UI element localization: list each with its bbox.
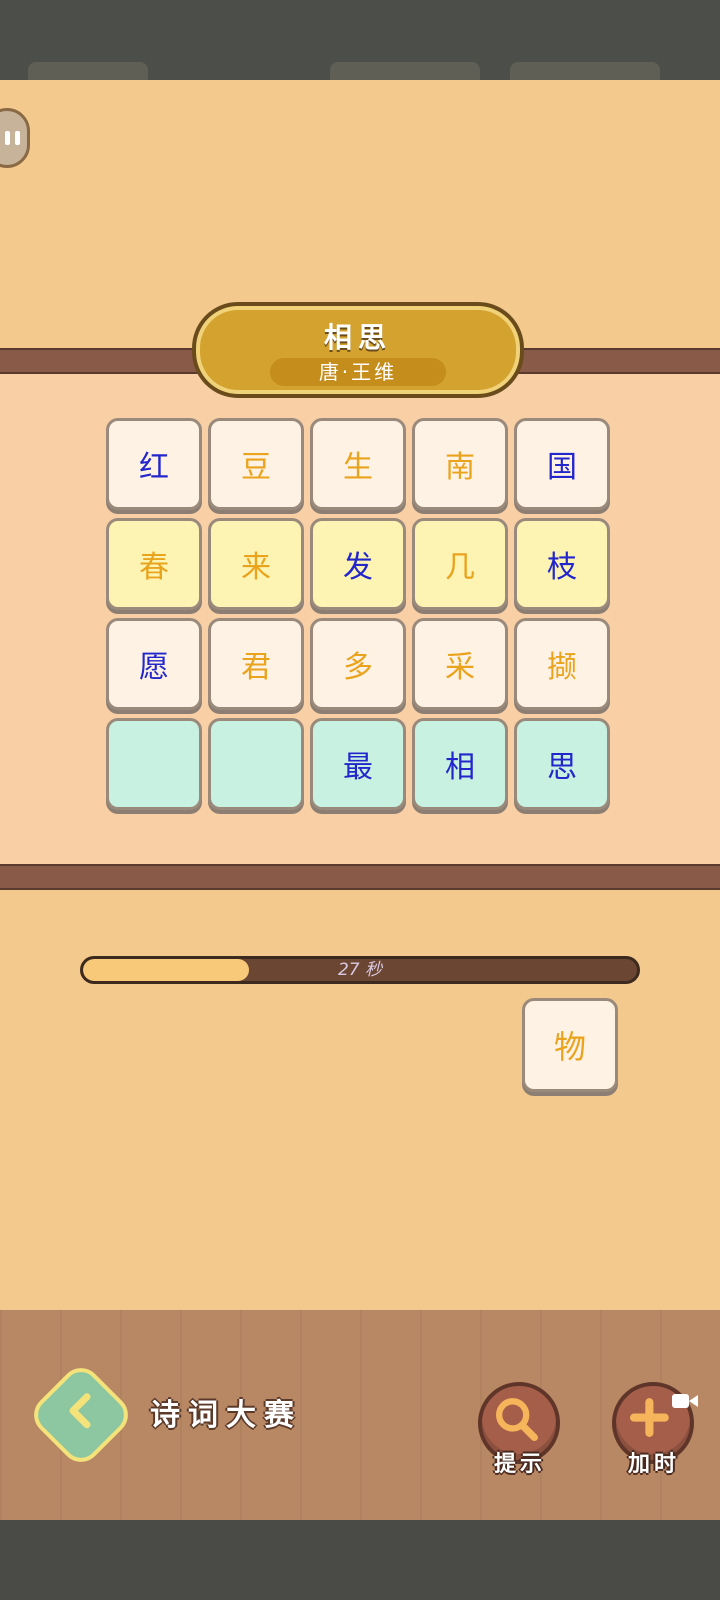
top-status-strip: [0, 0, 720, 80]
bottom-system-strip: [0, 1520, 720, 1600]
background-tab: [28, 62, 148, 80]
timer-bar: 27 秒: [80, 956, 640, 984]
character-tile[interactable]: 春: [106, 518, 202, 610]
pause-icon-bar: [15, 131, 20, 145]
character-tile[interactable]: 国: [514, 418, 610, 510]
empty-slot[interactable]: [106, 718, 202, 810]
character-tile[interactable]: 南: [412, 418, 508, 510]
character-tile[interactable]: 最: [310, 718, 406, 810]
character-tile[interactable]: 枝: [514, 518, 610, 610]
game-title: 诗词大赛: [150, 1398, 302, 1433]
hint-label: 提示: [493, 1452, 546, 1477]
add-time-label: 加时: [627, 1452, 680, 1477]
spare-character-tile[interactable]: 物: [522, 998, 618, 1092]
character-tile[interactable]: 相: [412, 718, 508, 810]
character-tile[interactable]: 愿: [106, 618, 202, 710]
timer-text: 27 秒: [337, 960, 383, 980]
poem-author: 唐·王维: [270, 358, 446, 386]
character-tile[interactable]: 几: [412, 518, 508, 610]
character-tile[interactable]: 君: [208, 618, 304, 710]
character-tile[interactable]: 发: [310, 518, 406, 610]
pause-icon: [5, 131, 10, 145]
back-arrow-icon: [69, 1393, 91, 1429]
poem-title: 相思: [323, 321, 392, 354]
video-icon: [672, 1394, 698, 1408]
background-tab: [330, 62, 480, 80]
character-tile[interactable]: 生: [310, 418, 406, 510]
character-tile[interactable]: 思: [514, 718, 610, 810]
character-tile[interactable]: 撷: [514, 618, 610, 710]
empty-slot[interactable]: [208, 718, 304, 810]
character-tile[interactable]: 多: [310, 618, 406, 710]
background-tab: [510, 62, 660, 80]
character-tile[interactable]: 豆: [208, 418, 304, 510]
poem-plaque: 相思 唐·王维: [192, 302, 524, 398]
character-tile[interactable]: 采: [412, 618, 508, 710]
character-tile[interactable]: 来: [208, 518, 304, 610]
bottom-shelf: [0, 864, 720, 890]
character-tile[interactable]: 红: [106, 418, 202, 510]
